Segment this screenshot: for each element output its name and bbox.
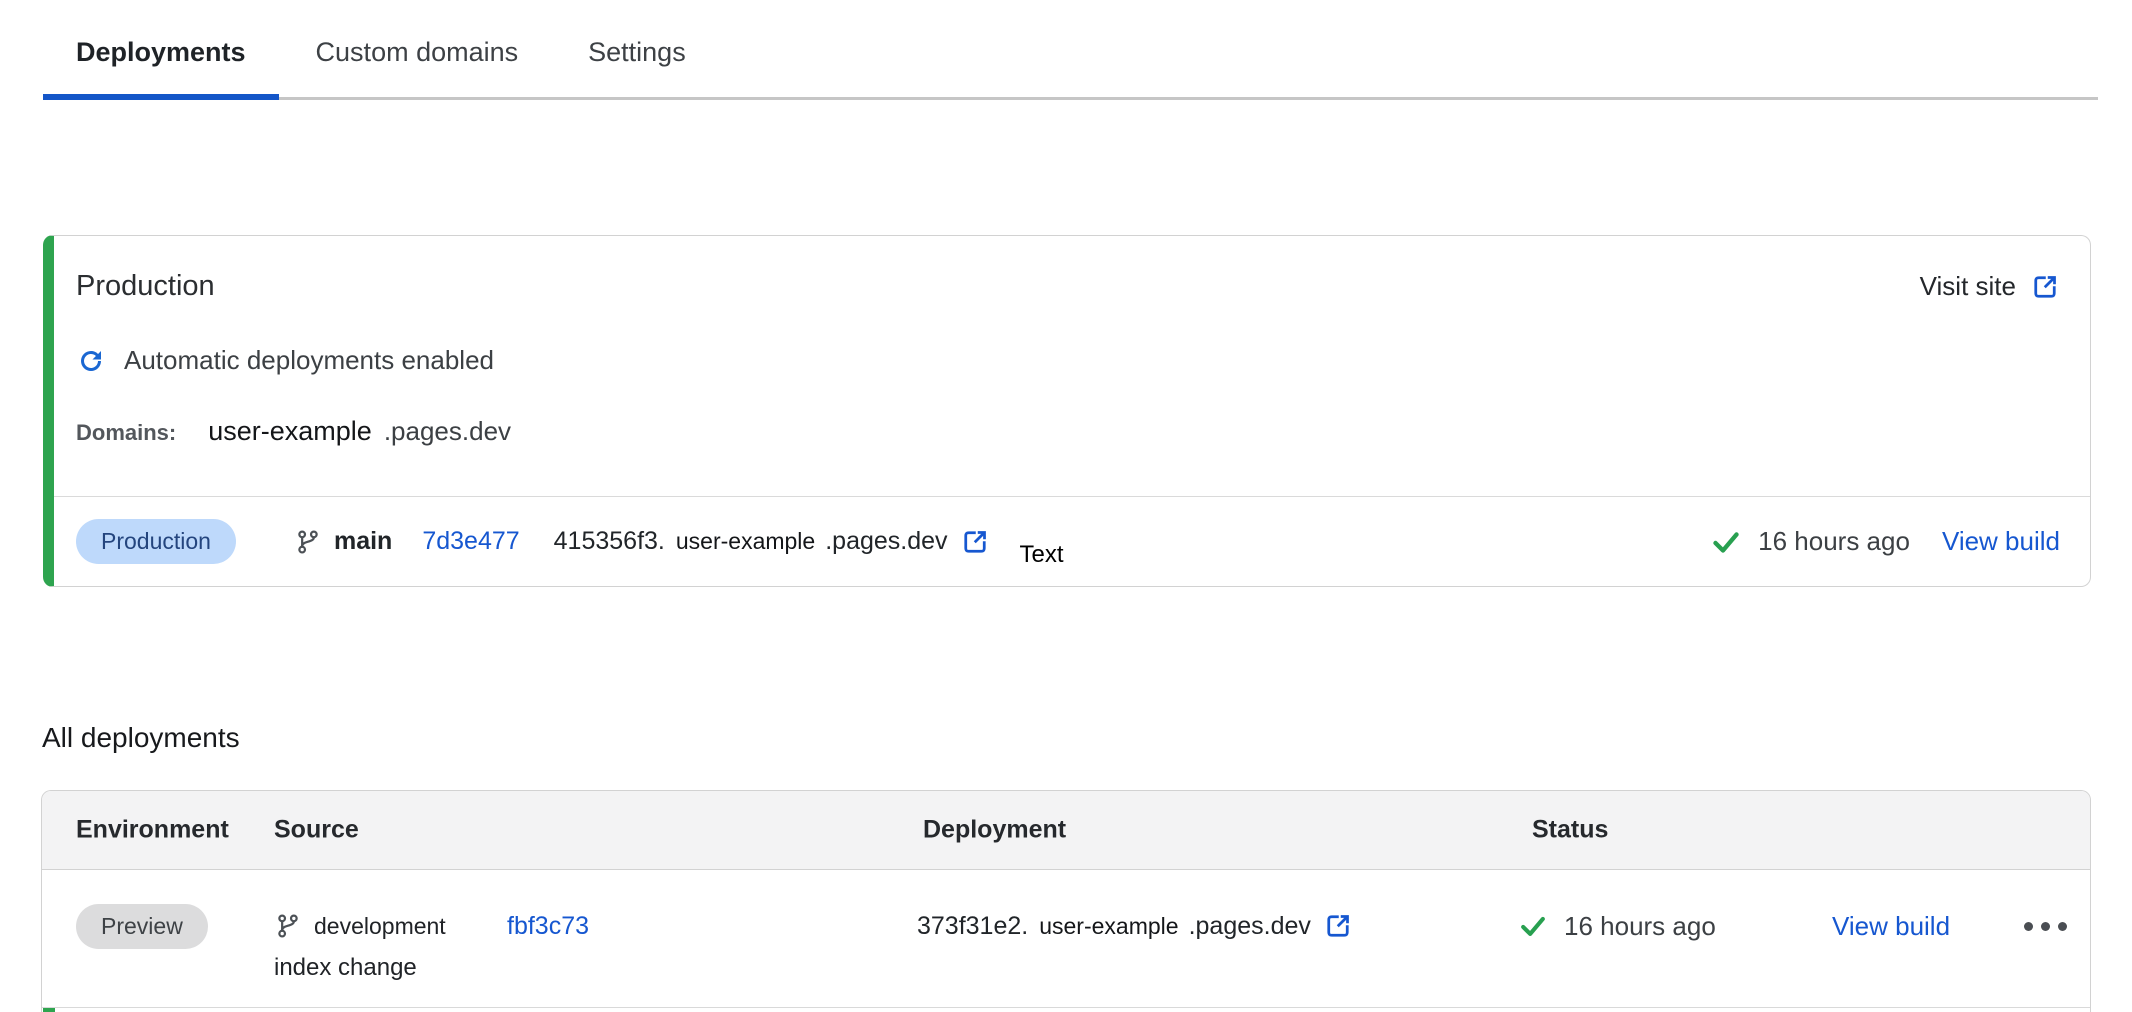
visit-site-link[interactable]: Visit site [1920, 271, 2060, 302]
tab-custom-domains[interactable]: Custom domains [283, 38, 552, 100]
branch-name: development [314, 913, 446, 940]
column-deployment: Deployment [923, 816, 1066, 845]
commit-link[interactable]: fbf3c73 [507, 904, 589, 948]
deploy-time: 16 hours ago [1758, 526, 1910, 557]
deployment-url-hash: 415356f3. [554, 527, 665, 556]
deployment-url-suffix: .pages.dev [1189, 912, 1311, 941]
deploy-time: 16 hours ago [1564, 911, 1716, 942]
view-build-link[interactable]: View build [1942, 526, 2060, 557]
domain-suffix: .pages.dev [384, 416, 511, 447]
deployments-table: Environment Source Deployment Status Pre… [41, 790, 2091, 1012]
commit-link[interactable]: 7d3e477 [422, 527, 519, 556]
auto-deployments-text: Automatic deployments enabled [124, 345, 494, 376]
deployment-external-link-icon[interactable] [1323, 911, 1353, 941]
table-row: Preview development fbf3c73 index change… [42, 870, 2090, 1008]
production-row-status: 16 hours ago View build [1710, 526, 2060, 558]
deployment-url-host: user-example [676, 528, 815, 555]
domains-row: Domains: user-example .pages.dev [76, 416, 2090, 447]
column-source: Source [274, 816, 359, 845]
domains-label: Domains: [76, 420, 176, 446]
text-annotation: Text [1020, 541, 1064, 569]
tab-bar: Deployments Custom domains Settings [43, 0, 2098, 100]
environment-badge: Production [76, 519, 236, 564]
tab-deployments[interactable]: Deployments [43, 38, 279, 100]
visit-site-label: Visit site [1920, 271, 2016, 302]
more-menu-button[interactable] [2024, 904, 2067, 948]
deployment-url-hash: 373f31e2. [917, 912, 1028, 941]
column-status: Status [1532, 816, 1608, 845]
environment-badge: Preview [76, 904, 208, 949]
column-environment: Environment [76, 816, 229, 845]
auto-deployments-row: Automatic deployments enabled [76, 345, 2090, 376]
more-menu-icon [2024, 922, 2067, 931]
check-icon [1710, 526, 1742, 558]
domain-name: user-example [208, 416, 372, 447]
deployment-url-host: user-example [1039, 913, 1178, 940]
check-icon [1518, 911, 1548, 941]
table-header: Environment Source Deployment Status [42, 791, 2090, 870]
production-card-header: Production Visit site [54, 236, 2090, 303]
refresh-icon [76, 346, 106, 376]
production-card: Production Visit site Automatic deployme… [43, 235, 2091, 587]
all-deployments-heading: All deployments [42, 722, 240, 754]
view-build-link[interactable]: View build [1832, 904, 1950, 948]
production-title: Production [76, 270, 215, 303]
deployment-external-link-icon[interactable] [960, 527, 990, 557]
git-branch-icon [274, 912, 302, 940]
external-link-icon [2030, 272, 2060, 302]
deployment-url-suffix: .pages.dev [825, 527, 947, 556]
next-row-accent [43, 1008, 55, 1012]
git-branch-icon [294, 528, 322, 556]
tab-settings[interactable]: Settings [555, 38, 719, 100]
commit-message: index change [274, 954, 417, 982]
production-deployment-row: Production main 7d3e477 415356f3. user-e… [54, 496, 2090, 586]
branch-name: main [334, 527, 392, 556]
